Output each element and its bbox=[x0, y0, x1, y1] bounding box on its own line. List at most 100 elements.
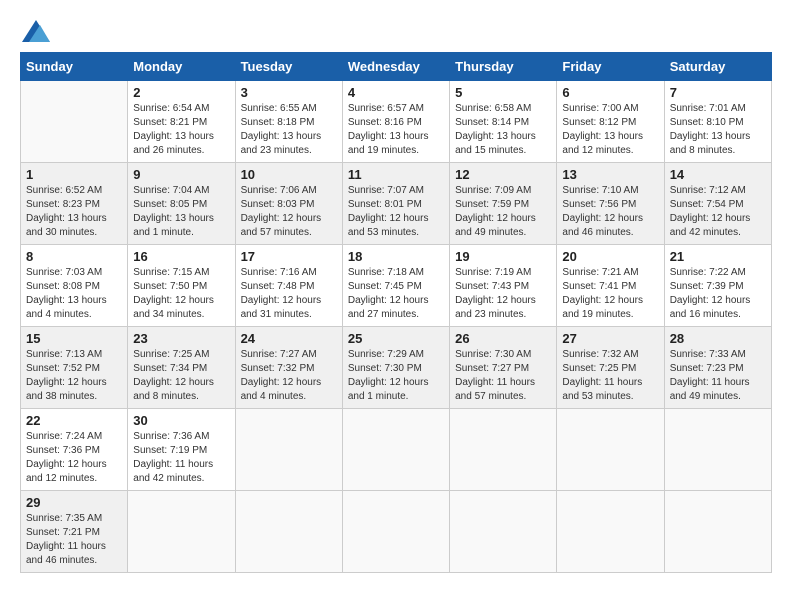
logo bbox=[20, 20, 50, 42]
column-header-saturday: Saturday bbox=[664, 53, 771, 81]
day-number: 15 bbox=[26, 331, 122, 346]
day-number: 14 bbox=[670, 167, 766, 182]
calendar-week-row: 29 Sunrise: 7:35 AM Sunset: 7:21 PM Dayli… bbox=[21, 491, 772, 573]
calendar-cell: 6 Sunrise: 7:00 AM Sunset: 8:12 PM Daylig… bbox=[557, 81, 664, 163]
calendar-cell: 11Sunrise: 7:07 AM Sunset: 8:01 PM Dayli… bbox=[342, 163, 449, 245]
day-info: Sunrise: 7:01 AM Sunset: 8:10 PM Dayligh… bbox=[670, 102, 766, 158]
calendar-cell: 3 Sunrise: 6:55 AM Sunset: 8:18 PM Daylig… bbox=[235, 81, 342, 163]
day-number: 5 bbox=[455, 85, 551, 100]
day-info: Sunrise: 7:13 AM Sunset: 7:52 PM Dayligh… bbox=[26, 348, 122, 404]
day-number: 26 bbox=[455, 331, 551, 346]
day-info: Sunrise: 7:24 AM Sunset: 7:36 PM Dayligh… bbox=[26, 430, 122, 486]
calendar-cell: 4 Sunrise: 6:57 AM Sunset: 8:16 PM Daylig… bbox=[342, 81, 449, 163]
day-info: Sunrise: 6:58 AM Sunset: 8:14 PM Dayligh… bbox=[455, 102, 551, 158]
day-info: Sunrise: 7:09 AM Sunset: 7:59 PM Dayligh… bbox=[455, 184, 551, 240]
day-number: 6 bbox=[562, 85, 658, 100]
calendar-header-row: SundayMondayTuesdayWednesdayThursdayFrid… bbox=[21, 53, 772, 81]
calendar-cell: 10Sunrise: 7:06 AM Sunset: 8:03 PM Dayli… bbox=[235, 163, 342, 245]
day-number: 22 bbox=[26, 413, 122, 428]
calendar-week-row: 15 Sunrise: 7:13 AM Sunset: 7:52 PM Dayli… bbox=[21, 327, 772, 409]
day-info: Sunrise: 7:18 AM Sunset: 7:45 PM Dayligh… bbox=[348, 266, 444, 322]
calendar-cell bbox=[664, 409, 771, 491]
calendar-cell: 9Sunrise: 7:04 AM Sunset: 8:05 PM Daylig… bbox=[128, 163, 235, 245]
calendar-cell bbox=[664, 491, 771, 573]
day-number: 2 bbox=[133, 85, 229, 100]
day-number: 13 bbox=[562, 167, 658, 182]
day-info: Sunrise: 6:55 AM Sunset: 8:18 PM Dayligh… bbox=[241, 102, 337, 158]
day-number: 16 bbox=[133, 249, 229, 264]
day-info: Sunrise: 7:30 AM Sunset: 7:27 PM Dayligh… bbox=[455, 348, 551, 404]
day-number: 25 bbox=[348, 331, 444, 346]
calendar-cell: 22 Sunrise: 7:24 AM Sunset: 7:36 PM Dayli… bbox=[21, 409, 128, 491]
column-header-monday: Monday bbox=[128, 53, 235, 81]
day-info: Sunrise: 7:19 AM Sunset: 7:43 PM Dayligh… bbox=[455, 266, 551, 322]
day-number: 11 bbox=[348, 167, 444, 182]
day-number: 8 bbox=[26, 249, 122, 264]
calendar-cell bbox=[557, 409, 664, 491]
calendar-cell: 1Sunrise: 6:52 AM Sunset: 8:23 PM Daylig… bbox=[21, 163, 128, 245]
calendar-cell bbox=[21, 81, 128, 163]
day-number: 1 bbox=[26, 167, 122, 182]
page-header bbox=[20, 20, 772, 42]
day-number: 23 bbox=[133, 331, 229, 346]
day-info: Sunrise: 7:33 AM Sunset: 7:23 PM Dayligh… bbox=[670, 348, 766, 404]
day-number: 17 bbox=[241, 249, 337, 264]
day-info: Sunrise: 7:25 AM Sunset: 7:34 PM Dayligh… bbox=[133, 348, 229, 404]
calendar-cell: 5 Sunrise: 6:58 AM Sunset: 8:14 PM Daylig… bbox=[450, 81, 557, 163]
calendar-cell bbox=[557, 491, 664, 573]
calendar-cell: 17Sunrise: 7:16 AM Sunset: 7:48 PM Dayli… bbox=[235, 245, 342, 327]
day-number: 9 bbox=[133, 167, 229, 182]
calendar-cell: 21Sunrise: 7:22 AM Sunset: 7:39 PM Dayli… bbox=[664, 245, 771, 327]
day-info: Sunrise: 7:21 AM Sunset: 7:41 PM Dayligh… bbox=[562, 266, 658, 322]
calendar-cell: 15 Sunrise: 7:13 AM Sunset: 7:52 PM Dayli… bbox=[21, 327, 128, 409]
day-number: 7 bbox=[670, 85, 766, 100]
day-info: Sunrise: 7:35 AM Sunset: 7:21 PM Dayligh… bbox=[26, 512, 122, 568]
day-info: Sunrise: 7:00 AM Sunset: 8:12 PM Dayligh… bbox=[562, 102, 658, 158]
column-header-tuesday: Tuesday bbox=[235, 53, 342, 81]
day-number: 4 bbox=[348, 85, 444, 100]
day-info: Sunrise: 7:36 AM Sunset: 7:19 PM Dayligh… bbox=[133, 430, 229, 486]
calendar-cell bbox=[342, 409, 449, 491]
calendar-cell bbox=[450, 409, 557, 491]
day-info: Sunrise: 7:12 AM Sunset: 7:54 PM Dayligh… bbox=[670, 184, 766, 240]
day-number: 18 bbox=[348, 249, 444, 264]
calendar-cell: 12 Sunrise: 7:09 AM Sunset: 7:59 PM Dayli… bbox=[450, 163, 557, 245]
day-info: Sunrise: 7:22 AM Sunset: 7:39 PM Dayligh… bbox=[670, 266, 766, 322]
calendar-cell bbox=[128, 491, 235, 573]
day-info: Sunrise: 7:29 AM Sunset: 7:30 PM Dayligh… bbox=[348, 348, 444, 404]
calendar-cell: 8Sunrise: 7:03 AM Sunset: 8:08 PM Daylig… bbox=[21, 245, 128, 327]
day-number: 10 bbox=[241, 167, 337, 182]
day-number: 30 bbox=[133, 413, 229, 428]
calendar-cell: 25 Sunrise: 7:29 AM Sunset: 7:30 PM Dayli… bbox=[342, 327, 449, 409]
calendar-cell bbox=[342, 491, 449, 573]
calendar-cell: 18 Sunrise: 7:18 AM Sunset: 7:45 PM Dayli… bbox=[342, 245, 449, 327]
day-info: Sunrise: 7:15 AM Sunset: 7:50 PM Dayligh… bbox=[133, 266, 229, 322]
day-info: Sunrise: 6:54 AM Sunset: 8:21 PM Dayligh… bbox=[133, 102, 229, 158]
calendar-week-row: 1Sunrise: 6:52 AM Sunset: 8:23 PM Daylig… bbox=[21, 163, 772, 245]
calendar-cell: 24Sunrise: 7:27 AM Sunset: 7:32 PM Dayli… bbox=[235, 327, 342, 409]
day-info: Sunrise: 6:57 AM Sunset: 8:16 PM Dayligh… bbox=[348, 102, 444, 158]
day-number: 28 bbox=[670, 331, 766, 346]
calendar-cell: 20Sunrise: 7:21 AM Sunset: 7:41 PM Dayli… bbox=[557, 245, 664, 327]
calendar-cell: 26 Sunrise: 7:30 AM Sunset: 7:27 PM Dayli… bbox=[450, 327, 557, 409]
calendar-table: SundayMondayTuesdayWednesdayThursdayFrid… bbox=[20, 52, 772, 573]
calendar-cell: 30 Sunrise: 7:36 AM Sunset: 7:19 PM Dayli… bbox=[128, 409, 235, 491]
calendar-week-row: 22 Sunrise: 7:24 AM Sunset: 7:36 PM Dayli… bbox=[21, 409, 772, 491]
column-header-sunday: Sunday bbox=[21, 53, 128, 81]
day-number: 19 bbox=[455, 249, 551, 264]
day-number: 12 bbox=[455, 167, 551, 182]
calendar-cell: 16 Sunrise: 7:15 AM Sunset: 7:50 PM Dayli… bbox=[128, 245, 235, 327]
calendar-week-row: 2 Sunrise: 6:54 AM Sunset: 8:21 PM Daylig… bbox=[21, 81, 772, 163]
calendar-cell bbox=[235, 491, 342, 573]
day-number: 3 bbox=[241, 85, 337, 100]
calendar-cell: 23 Sunrise: 7:25 AM Sunset: 7:34 PM Dayli… bbox=[128, 327, 235, 409]
calendar-week-row: 8Sunrise: 7:03 AM Sunset: 8:08 PM Daylig… bbox=[21, 245, 772, 327]
day-info: Sunrise: 7:27 AM Sunset: 7:32 PM Dayligh… bbox=[241, 348, 337, 404]
day-number: 29 bbox=[26, 495, 122, 510]
logo-icon bbox=[22, 20, 50, 42]
calendar-cell: 29 Sunrise: 7:35 AM Sunset: 7:21 PM Dayli… bbox=[21, 491, 128, 573]
calendar-cell: 28 Sunrise: 7:33 AM Sunset: 7:23 PM Dayli… bbox=[664, 327, 771, 409]
column-header-thursday: Thursday bbox=[450, 53, 557, 81]
calendar-cell bbox=[450, 491, 557, 573]
calendar-cell: 13Sunrise: 7:10 AM Sunset: 7:56 PM Dayli… bbox=[557, 163, 664, 245]
